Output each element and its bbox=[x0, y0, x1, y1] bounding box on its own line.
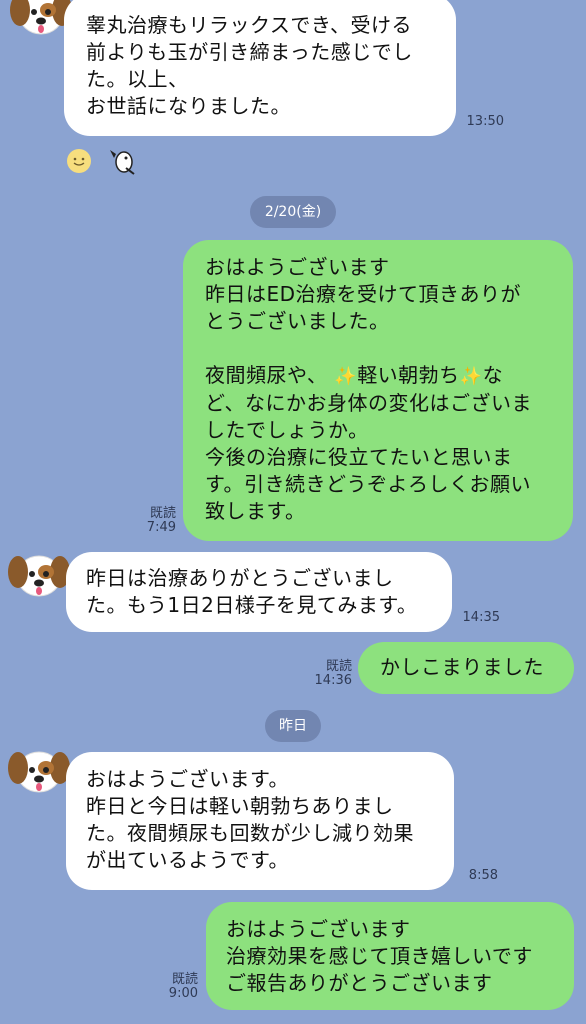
message-text-part: 軽い朝勃ち bbox=[357, 363, 460, 387]
message-text: た。以上、 bbox=[86, 67, 189, 91]
message-text: かしこまりました bbox=[380, 655, 544, 679]
message-text: 昨日と今日は軽い朝勃ちありまし bbox=[86, 794, 394, 818]
message-text: ご報告ありがとうございます bbox=[226, 971, 493, 995]
message-text: 治療効果を感じて頂き嬉しいです bbox=[226, 944, 533, 968]
message-text: とうございました。 bbox=[205, 309, 390, 333]
message-bubble-incoming[interactable]: おはようございます。 昨日と今日は軽い朝勃ちありまし た。夜間頻尿も回数が少し減… bbox=[66, 752, 454, 890]
sparkle-icon: ✨ bbox=[459, 366, 483, 387]
message-bubble-outgoing[interactable]: おはようございます 治療効果を感じて頂き嬉しいです ご報告ありがとうございます bbox=[206, 902, 574, 1010]
message-text: す。引き続きどうぞよろしくお願い bbox=[205, 472, 531, 496]
message-text: 昨日は治療ありがとうございまし bbox=[86, 566, 394, 590]
message-time: 14:35 bbox=[462, 610, 500, 625]
smile-emoji-icon[interactable] bbox=[66, 148, 92, 174]
message-time: 14:36 bbox=[314, 673, 352, 688]
date-separator: 2/20(金) bbox=[250, 196, 336, 228]
message-text: が出ているようです。 bbox=[86, 848, 289, 872]
message-text: お世話になりました。 bbox=[86, 94, 291, 118]
dog-avatar-icon[interactable] bbox=[6, 744, 72, 798]
message-text: た。夜間頻尿も回数が少し減り効果 bbox=[86, 821, 414, 845]
message-text: 前よりも玉が引き締まった感じでし bbox=[86, 40, 413, 64]
message-text: 夜間頻尿や、 ✨軽い朝勃ち✨な bbox=[205, 362, 573, 390]
message-text-part: な bbox=[482, 363, 504, 387]
message-text: ど、なにかお身体の変化はございま bbox=[205, 391, 532, 415]
message-bubble-outgoing[interactable]: おはようございます 昨日はED治療を受けて頂きありが とうございました。 夜間頻… bbox=[183, 240, 573, 541]
bird-sticker-icon[interactable] bbox=[106, 144, 140, 176]
message-bubble-outgoing[interactable]: かしこまりました bbox=[358, 642, 574, 694]
message-text-part: 夜間頻尿や、 bbox=[205, 363, 328, 387]
read-receipt: 既読 bbox=[171, 972, 198, 987]
message-text: 致します。 bbox=[205, 499, 306, 523]
dog-avatar-icon[interactable] bbox=[6, 548, 72, 602]
message-text: したでしょうか。 bbox=[205, 418, 369, 442]
message-time: 8:58 bbox=[468, 868, 498, 883]
read-receipt: 既読 bbox=[149, 506, 176, 521]
message-text: 昨日はED治療を受けて頂きありが bbox=[205, 282, 522, 306]
message-bubble-incoming[interactable]: 睾丸治療もリラックスでき、受ける 前よりも玉が引き締まった感じでし た。以上、 … bbox=[64, 0, 456, 136]
message-text: おはようございます bbox=[205, 255, 390, 279]
message-time: 7:49 bbox=[146, 520, 176, 535]
read-receipt: 既読 bbox=[325, 659, 352, 674]
chat-area: 睾丸治療もリラックスでき、受ける 前よりも玉が引き締まった感じでし た。以上、 … bbox=[0, 0, 586, 1024]
message-text: 今後の治療に役立てたいと思いま bbox=[205, 445, 513, 469]
message-time: 9:00 bbox=[168, 986, 198, 1001]
message-time: 13:50 bbox=[466, 114, 504, 129]
message-bubble-incoming[interactable]: 昨日は治療ありがとうございまし た。もう1日2日様子を見てみます。 bbox=[66, 552, 452, 632]
message-text: おはようございます。 bbox=[86, 767, 289, 791]
message-text: おはようございます bbox=[226, 917, 411, 941]
message-text: た。もう1日2日様子を見てみます。 bbox=[86, 593, 418, 617]
date-separator: 昨日 bbox=[265, 710, 321, 742]
sparkle-icon: ✨ bbox=[334, 366, 358, 387]
message-text: 睾丸治療もリラックスでき、受ける bbox=[86, 13, 412, 37]
